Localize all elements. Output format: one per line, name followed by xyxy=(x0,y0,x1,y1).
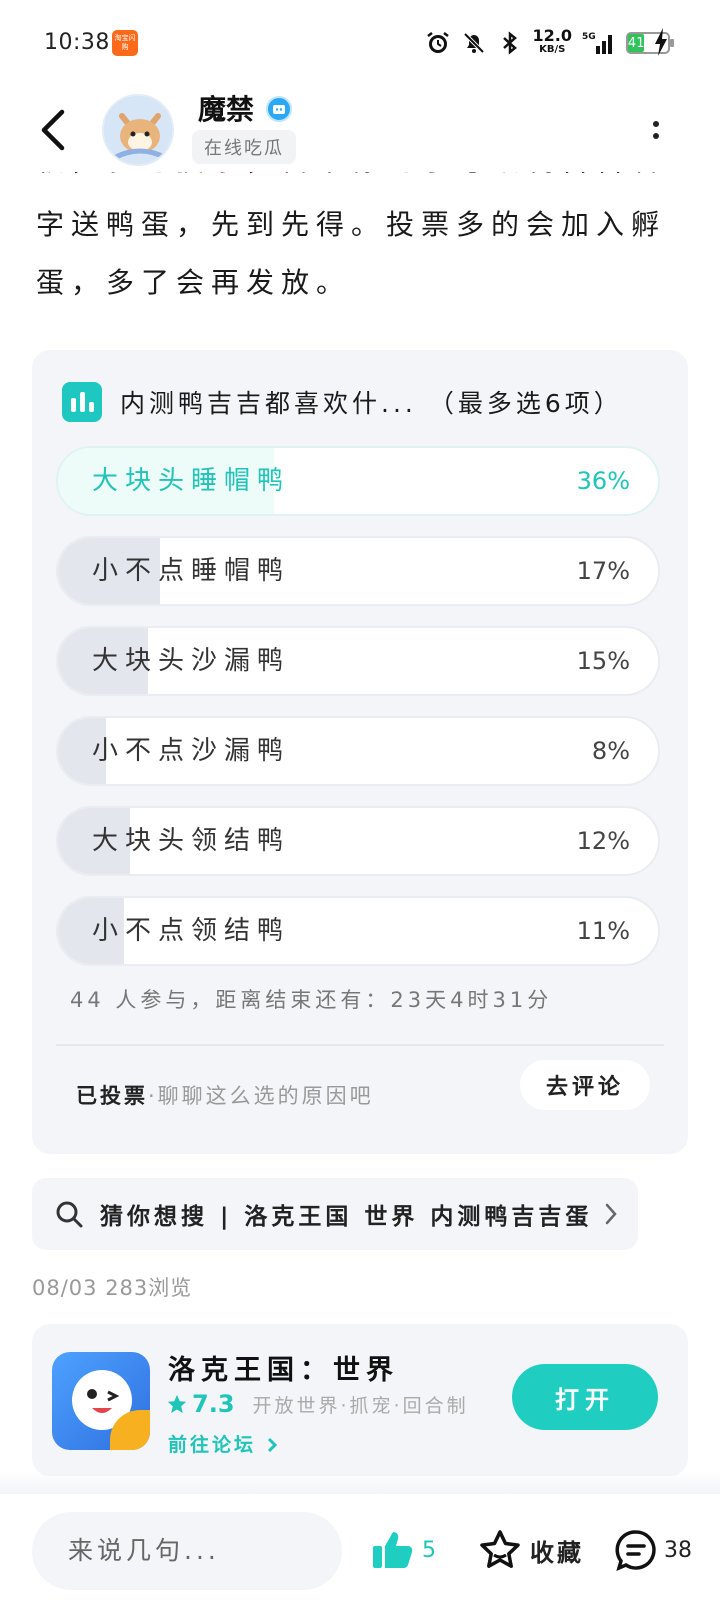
chevron-right-icon xyxy=(605,1203,617,1225)
open-game-button[interactable]: 打开 xyxy=(512,1364,658,1430)
vote-option[interactable]: 大块头睡帽鸭 36% xyxy=(56,446,660,516)
chevron-left-icon xyxy=(41,109,65,151)
favorite-button[interactable]: 收藏 xyxy=(478,1520,584,1580)
vote-meta: 44 人参与，距离结束还有：23天4时31分 xyxy=(70,988,553,1012)
comment-count: 38 xyxy=(664,1537,692,1563)
search-suggestion[interactable]: 猜你想搜 | 洛克王国 世界 内测鸭吉吉蛋 xyxy=(32,1178,638,1250)
vote-option[interactable]: 小不点睡帽鸭 17% xyxy=(56,536,660,606)
vote-option-percent: 8% xyxy=(591,737,630,765)
search-icon xyxy=(56,1201,83,1228)
vote-option-label: 小不点沙漏鸭 xyxy=(92,736,291,766)
like-button[interactable]: 5 xyxy=(370,1520,436,1580)
comment-bubble-icon xyxy=(615,1530,656,1572)
vote-option[interactable]: 小不点沙漏鸭 8% xyxy=(56,716,660,786)
go-comment-button[interactable]: 去评论 xyxy=(520,1060,650,1110)
game-rating: 7.3 开放世界·抓宠·回合制 xyxy=(166,1390,469,1418)
star-icon xyxy=(167,1394,187,1413)
vote-option-label: 大块头沙漏鸭 xyxy=(92,646,291,676)
vote-option-percent: 15% xyxy=(576,647,630,675)
star-outline-icon xyxy=(480,1530,520,1568)
vote-option[interactable]: 大块头沙漏鸭 15% xyxy=(56,626,660,696)
back-button[interactable] xyxy=(36,108,72,152)
vote-option[interactable]: 大块头领结鸭 12% xyxy=(56,806,660,876)
post-line: 蛋，多了会再发放。 xyxy=(36,266,352,299)
comment-input[interactable]: 来说几句... xyxy=(32,1512,342,1590)
game-card[interactable]: 洛克王国：世界 7.3 开放世界·抓宠·回合制 前往论坛 打开 xyxy=(32,1324,688,1476)
post-line: 字送鸭蛋，先到先得。投票多的会加入孵 xyxy=(36,208,667,241)
forum-link-label: 前往论坛 xyxy=(168,1434,257,1456)
voted-hint: ·聊聊这么选的原因吧 xyxy=(148,1084,374,1108)
chevron-right-icon xyxy=(267,1437,277,1453)
vote-limit: （最多选6项） xyxy=(428,389,623,418)
svg-text:5G: 5G xyxy=(582,32,596,42)
vote-title: 内测鸭吉吉都喜欢什... xyxy=(120,389,417,418)
vote-option-label: 大块头睡帽鸭 xyxy=(92,466,291,496)
verified-badge-icon xyxy=(266,96,292,122)
game-app-icon xyxy=(52,1352,150,1450)
search-suggestion-text: 猜你想搜 | 洛克王国 世界 内测鸭吉吉蛋 xyxy=(100,1204,593,1230)
vote-option-percent: 11% xyxy=(576,917,630,945)
status-icons: 12.0 KB/S 5G 41 xyxy=(425,26,674,60)
vote-option-label: 小不点领结鸭 xyxy=(92,916,291,946)
post-body: 积，参与投票，留下你的学号跟鸭吉吉名 字送鸭蛋，先到先得。投票多的会加入孵 蛋，… xyxy=(36,162,686,312)
favorite-label: 收藏 xyxy=(530,1538,584,1567)
status-bar: 10:38 淘宝闪购 12.0 KB/S 5G 41 xyxy=(0,0,720,86)
vote-status: 已投票·聊聊这么选的原因吧 xyxy=(76,1080,374,1110)
notification-badge-icon: 淘宝闪购 xyxy=(112,30,138,56)
poll-chart-icon xyxy=(62,382,102,422)
mute-bell-icon xyxy=(461,30,487,56)
more-dot-icon xyxy=(653,133,659,139)
vote-option-percent: 17% xyxy=(576,557,630,585)
game-tags: 开放世界·抓宠·回合制 xyxy=(252,1394,469,1417)
charging-icon xyxy=(655,28,667,56)
like-count: 5 xyxy=(422,1537,436,1563)
signal-5g-icon: 5G xyxy=(582,30,616,56)
avatar[interactable] xyxy=(102,94,174,166)
divider xyxy=(56,1044,664,1046)
post-meta: 08/03 283浏览 xyxy=(32,1276,193,1300)
vote-option[interactable]: 小不点领结鸭 11% xyxy=(56,896,660,966)
forum-link[interactable]: 前往论坛 xyxy=(168,1430,278,1457)
vote-header: 内测鸭吉吉都喜欢什... （最多选6项） xyxy=(62,382,623,422)
vote-options: 大块头睡帽鸭 36% 小不点睡帽鸭 17% 大块头沙漏鸭 15% 小不点沙漏鸭 8% 大块头领结… xyxy=(56,446,660,986)
thumbs-up-icon xyxy=(373,1532,413,1568)
game-score: 7.3 xyxy=(192,1390,235,1418)
bluetooth-icon xyxy=(497,30,523,56)
vote-option-label: 大块头领结鸭 xyxy=(92,826,291,856)
vote-card: 内测鸭吉吉都喜欢什... （最多选6项） 大块头睡帽鸭 36% 小不点睡帽鸭 17% 大… xyxy=(32,350,688,1154)
more-dot-icon xyxy=(653,121,659,127)
net-speed: 12.0 KB/S xyxy=(532,26,572,56)
game-name: 洛克王国：世界 xyxy=(168,1355,399,1386)
vote-option-percent: 36% xyxy=(576,467,630,495)
post-header: 魔禁 在线吃瓜 xyxy=(0,88,720,172)
status-time: 10:38 xyxy=(44,30,110,55)
username[interactable]: 魔禁 xyxy=(198,88,254,128)
vote-option-label: 小不点睡帽鸭 xyxy=(92,556,291,586)
voted-label: 已投票 xyxy=(76,1084,148,1108)
bottom-action-bar: 来说几句... 5 收藏 38 xyxy=(0,1494,720,1610)
vote-option-percent: 12% xyxy=(576,827,630,855)
avatar-image xyxy=(104,96,172,164)
user-tag: 在线吃瓜 xyxy=(192,130,296,164)
comments-button[interactable]: 38 xyxy=(614,1520,692,1580)
more-options-button[interactable] xyxy=(650,112,662,148)
alarm-icon xyxy=(425,30,451,56)
